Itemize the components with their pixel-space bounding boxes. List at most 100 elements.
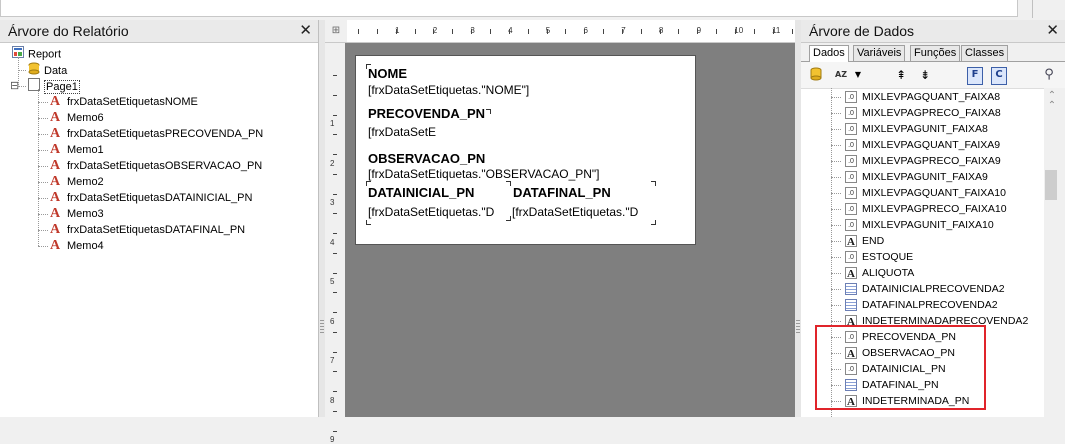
memo-header-observacao[interactable]: OBSERVACAO_PN [368,151,485,166]
tree-item-label: frxDataSetEtiquetasDATAFINAL_PN [67,224,246,236]
tree-item-report[interactable]: Report [12,46,61,62]
ruler-mark [333,213,337,215]
tab-dados[interactable]: Dados [809,45,849,62]
memo-field-observacao[interactable]: [frxDataSetEtiquetas."OBSERVACAO_PN"] [368,167,600,181]
data-field-item[interactable]: .0 ESTOQUE [831,249,913,265]
ruler-mark [376,29,378,34]
data-field-item[interactable]: A END [831,233,885,249]
tree-connector [831,193,841,194]
tree-item-memo[interactable]: AfrxDataSetEtiquetasNOME [50,94,198,110]
data-field-label: MIXLEVPAGUNIT_FAIXA10 [862,219,994,231]
dropdown-arrow-icon[interactable]: ▼ [853,67,863,83]
tree-item-memo[interactable]: A Memo3 [50,206,104,222]
data-field-item[interactable]: .0 MIXLEVPAGPRECO_FAIXA9 [831,153,1001,169]
memo-header-datainicial[interactable]: DATAINICIAL_PN [368,185,474,200]
tree-connector [831,177,841,178]
ruler-corner-icon[interactable]: ⊞ [325,20,347,42]
data-field-label: DATAFINALPRECOVENDA2 [862,299,998,311]
data-field-item[interactable]: DATAINICIALPRECOVENDA2 [831,281,1005,297]
tree-item-memo[interactable]: A Memo6 [50,110,104,126]
button-f[interactable]: F [967,67,983,85]
memo-field-datafinal[interactable]: [frxDataSetEtiquetas."D [512,205,638,219]
ruler-mark [508,29,510,34]
sort-descending-icon[interactable]: ⇟ [917,67,933,83]
data-field-label: END [862,235,885,247]
numeric-field-icon: .0 [845,91,857,104]
tab-variaveis[interactable]: Variáveis [853,45,906,61]
data-list-scrollbar[interactable]: ⌃ ⌃ [1044,88,1065,417]
ruler-mark [565,29,567,34]
scrollbar-thumb[interactable] [1045,170,1057,200]
ruler-mark [333,331,337,333]
text-memo-icon: A [50,110,61,126]
tree-item-memo[interactable]: A Memo4 [50,238,104,254]
data-field-label: MIXLEVPAGPRECO_FAIXA9 [862,155,1001,167]
tree-connector [831,97,841,98]
data-field-item[interactable]: .0 MIXLEVPAGUNIT_FAIXA10 [831,217,994,233]
data-field-item[interactable]: .0 MIXLEVPAGQUANT_FAIXA10 [831,185,1006,201]
ruler-tick-label: 4 [330,237,335,247]
sort-ascending-icon[interactable]: ⇞ [893,67,909,83]
memo-field-nome[interactable]: [frxDataSetEtiquetas."NOME"] [368,83,529,97]
tree-item-memo[interactable]: AfrxDataSetEtiquetasDATAFINAL_PN [50,222,245,238]
ruler-mark [333,114,337,116]
ruler-tick-label: 6 [330,316,335,326]
memo-header-precovenda[interactable]: PRECOVENDA_PN [368,106,485,121]
ruler-mark [333,371,337,373]
data-field-item[interactable]: .0 MIXLEVPAGPRECO_FAIXA10 [831,201,1007,217]
sort-az-icon[interactable]: AZ [831,67,851,83]
tree-item-memo[interactable]: AfrxDataSetEtiquetasPRECOVENDA_PN [50,126,263,142]
text-memo-icon: A [50,94,61,110]
data-field-label: MIXLEVPAGQUANT_FAIXA10 [862,187,1006,199]
top-input-field[interactable] [0,0,1018,17]
tree-connector [38,102,48,103]
data-field-item[interactable]: .0 MIXLEVPAGUNIT_FAIXA9 [831,169,988,185]
top-toolbar-strip [0,0,1065,20]
report-page[interactable]: NOME [frxDataSetEtiquetas."NOME"] PRECOV… [355,55,696,245]
tree-item-memo[interactable]: A Memo2 [50,174,104,190]
tree-connector [831,225,841,226]
database-icon[interactable] [809,67,823,83]
memo-field-precovenda[interactable]: [frxDataSetE [368,125,436,139]
ruler-mark [333,75,337,76]
tree-item-memo[interactable]: AfrxDataSetEtiquetasOBSERVACAO_PN [50,158,262,174]
ruler-mark [640,29,642,34]
data-field-item[interactable]: .0 MIXLEVPAGUNIT_FAIXA8 [831,121,988,137]
tab-funcoes[interactable]: Funções [910,45,961,61]
memo-header-nome[interactable]: NOME [368,66,407,81]
data-field-item[interactable]: A ALIQUOTA [831,265,914,281]
search-icon[interactable]: ⚲ [1041,67,1057,83]
memo-header-datafinal[interactable]: DATAFINAL_PN [513,185,611,200]
tree-connector [831,209,841,210]
data-tabs: Dados Variáveis Funções Classes [801,43,1065,62]
ruler-mark [333,430,337,432]
tree-connector [831,161,841,162]
button-c[interactable]: C [991,67,1007,85]
selection-corner [366,220,371,225]
scroll-up-icon[interactable]: ⌃ [1045,100,1059,111]
close-icon[interactable]: ✕ [299,20,312,42]
memo-field-datainicial[interactable]: [frxDataSetEtiquetas."D [368,205,494,219]
close-icon[interactable]: ✕ [1046,20,1059,42]
splitter-grip-icon [320,320,324,334]
data-field-item[interactable]: .0 MIXLEVPAGQUANT_FAIXA8 [831,89,1000,105]
tree-connector [38,89,39,246]
tree-item-memo[interactable]: A Memo1 [50,142,104,158]
tree-item-memo[interactable]: AfrxDataSetEtiquetasDATAINICIAL_PN [50,190,252,206]
ruler-mark [697,29,699,34]
data-field-item[interactable]: .0 MIXLEVPAGQUANT_FAIXA9 [831,137,1000,153]
text-memo-icon: A [50,222,61,238]
report-tree-panel: Árvore do Relatório ✕ Report Data ⊟ Page1 Af… [0,20,319,417]
tree-item-page1[interactable]: ⊟ Page1 [10,78,80,94]
tree-item-label: frxDataSetEtiquetasDATAINICIAL_PN [67,192,253,204]
date-field-icon [845,299,857,312]
selection-corner [651,220,656,225]
data-field-label: MIXLEVPAGUNIT_FAIXA8 [862,123,988,135]
tab-classes[interactable]: Classes [961,45,1009,61]
report-tree-title-bar: Árvore do Relatório ✕ [0,20,318,43]
date-field-icon [845,283,857,296]
data-field-item[interactable]: .0 MIXLEVPAGPRECO_FAIXA8 [831,105,1001,121]
tree-item-data[interactable]: Data [28,62,67,78]
data-field-item[interactable]: DATAFINALPRECOVENDA2 [831,297,998,313]
ruler-mark [333,134,337,136]
